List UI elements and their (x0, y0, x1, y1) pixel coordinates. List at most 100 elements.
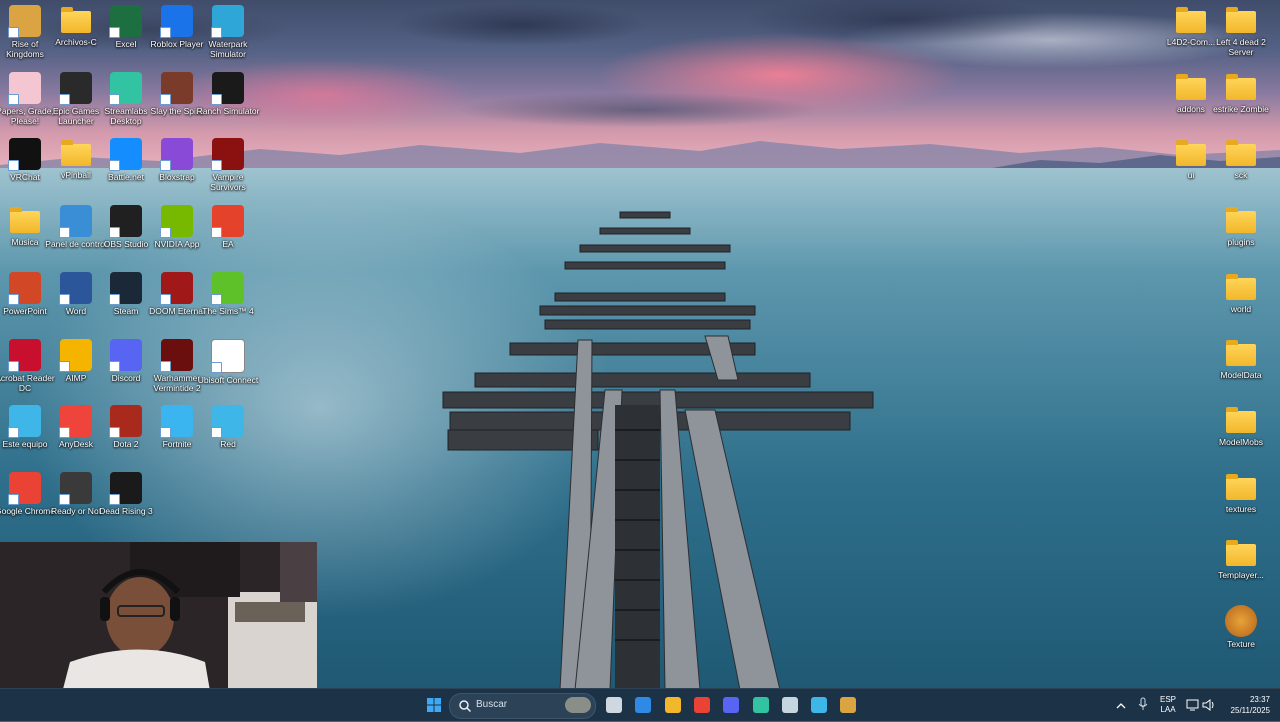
word-icon (59, 272, 92, 305)
microsoft-store-icon (635, 697, 652, 713)
folder-icon (1226, 7, 1256, 33)
desktop-icon[interactable]: Templayer... (1208, 534, 1274, 580)
rise-of-kingdoms-icon (8, 5, 41, 38)
taskbar-app-button[interactable] (603, 693, 625, 717)
folder-icon (61, 7, 91, 33)
aimp-icon (59, 339, 92, 372)
obs-studio-icon (109, 205, 142, 238)
clock[interactable]: 23:37 25/11/2025 (1222, 693, 1272, 717)
taskbar-app-button[interactable] (632, 693, 654, 717)
desktop-icon[interactable]: plugins (1208, 201, 1274, 247)
desktop-icon[interactable]: Left 4 dead 2 Server (1208, 1, 1274, 57)
acrobat-icon (8, 339, 41, 372)
roblox-icon (160, 5, 193, 38)
ubisoft-connect-icon (211, 339, 245, 373)
game-icon (840, 697, 857, 713)
folder-icon (1226, 540, 1256, 566)
discord-icon (723, 697, 740, 713)
taskbar-app-button[interactable] (691, 693, 713, 717)
discord-icon (109, 339, 142, 372)
desktop-icon[interactable]: Texture (1208, 601, 1274, 649)
steam-icon (781, 697, 798, 713)
desktop-icon-label: The Sims™ 4 (202, 306, 254, 316)
desktop-icon[interactable]: Dead Rising 3 (93, 468, 159, 516)
chrome-icon (693, 697, 710, 713)
ranch-simulator-icon (211, 72, 244, 105)
taskbar: Buscar ESP LAA 23:37 25/11/2025 (0, 688, 1280, 721)
windows-start-icon (427, 698, 441, 712)
photos-icon (811, 697, 828, 713)
taskbar-app-button[interactable] (750, 693, 772, 717)
quick-settings-button[interactable] (1186, 698, 1226, 712)
desktop-icon-label: Left 4 dead 2 Server (1216, 37, 1266, 57)
show-hidden-icons-button[interactable] (1116, 698, 1126, 709)
folder-icon (1226, 474, 1256, 500)
desktop-icon[interactable]: textures (1208, 468, 1274, 514)
taskbar-app-button[interactable] (720, 693, 742, 717)
anydesk-icon (59, 405, 92, 438)
search-icon (459, 700, 472, 713)
folder-icon (1176, 74, 1206, 100)
clock-time: 23:37 (1249, 695, 1270, 704)
doom-eternal-icon (160, 272, 193, 305)
language-indicator[interactable]: ESP LAA (1156, 694, 1180, 716)
desktop-icon[interactable]: ModelData (1208, 334, 1274, 380)
folder-icon (1226, 207, 1256, 233)
vrchat-icon (8, 138, 41, 171)
desktop-icon-label: ModelData (1220, 370, 1262, 380)
folder-icon (1176, 140, 1206, 166)
desktop-icon[interactable]: Ubisoft Connect (195, 335, 261, 385)
folder-icon (61, 140, 91, 166)
network-icon (1186, 699, 1199, 711)
desktop-icon[interactable]: Vampire Survivors (195, 134, 261, 192)
network-icon (211, 405, 244, 438)
desktop-icon[interactable]: EA (195, 201, 261, 249)
taskbar-search-box[interactable]: Buscar (449, 693, 596, 719)
streamlabs-icon (109, 72, 142, 105)
folder-icon (1226, 274, 1256, 300)
taskbar-app-button[interactable] (808, 693, 830, 717)
desktop-icon-label: plugins (1227, 237, 1255, 247)
desktop-icon-label: estrike Zombie (1213, 104, 1269, 114)
desktop-icon[interactable]: world (1208, 268, 1274, 314)
taskbar-app-button[interactable] (662, 693, 684, 717)
desktop-icon-label: Dead Rising 3 (99, 506, 153, 516)
volume-icon (1202, 699, 1214, 711)
desktop-icon-label: sck (1234, 170, 1248, 180)
battlenet-icon (109, 138, 142, 171)
dead-rising-3-icon (109, 472, 142, 505)
quick-settings-icons (1186, 699, 1214, 711)
desktop-icon-label: Ranch Simulator (196, 106, 260, 116)
desktop-icon[interactable]: Red (195, 401, 261, 449)
desktop-icon-label: ModelMobs (1219, 437, 1263, 447)
steam-icon (109, 272, 142, 305)
clock-date: 25/11/2025 (1230, 706, 1270, 715)
desktop-icon[interactable]: Waterpark Simulator (195, 1, 261, 59)
desktop-icon-label: EA (222, 239, 234, 249)
start-button[interactable] (422, 693, 446, 717)
task-view-icon (606, 697, 622, 713)
chrome-icon (8, 472, 41, 505)
desktop-icon[interactable]: ModelMobs (1208, 401, 1274, 447)
desktop-icon-label: textures (1225, 504, 1257, 514)
desktop-icon-label: Ubisoft Connect (197, 375, 259, 385)
folder-icon (1176, 7, 1206, 33)
desktop-icon-label: Texture (1227, 639, 1255, 649)
file-explorer-icon (664, 697, 681, 713)
taskbar-app-button[interactable] (837, 693, 859, 717)
powerpoint-icon (8, 272, 41, 305)
search-placeholder: Buscar (476, 699, 508, 710)
desktop-icon[interactable]: estrike Zombie (1208, 68, 1274, 114)
desktop-icon-label: Red (220, 439, 236, 449)
microphone-button[interactable] (1137, 697, 1149, 711)
desktop-icon[interactable]: Ranch Simulator (195, 68, 261, 116)
desktop-icon[interactable]: sck (1208, 134, 1274, 180)
the-sims-4-icon (211, 272, 244, 305)
folder-icon (1226, 340, 1256, 366)
slay-the-spire-icon (160, 72, 193, 105)
desktop-icon-label: Vampire Survivors (210, 172, 246, 192)
taskbar-app-button[interactable] (779, 693, 801, 717)
desktop-icon[interactable]: The Sims™ 4 (195, 268, 261, 316)
folder-icon (1226, 140, 1256, 166)
language-line2: LAA (1160, 705, 1176, 714)
